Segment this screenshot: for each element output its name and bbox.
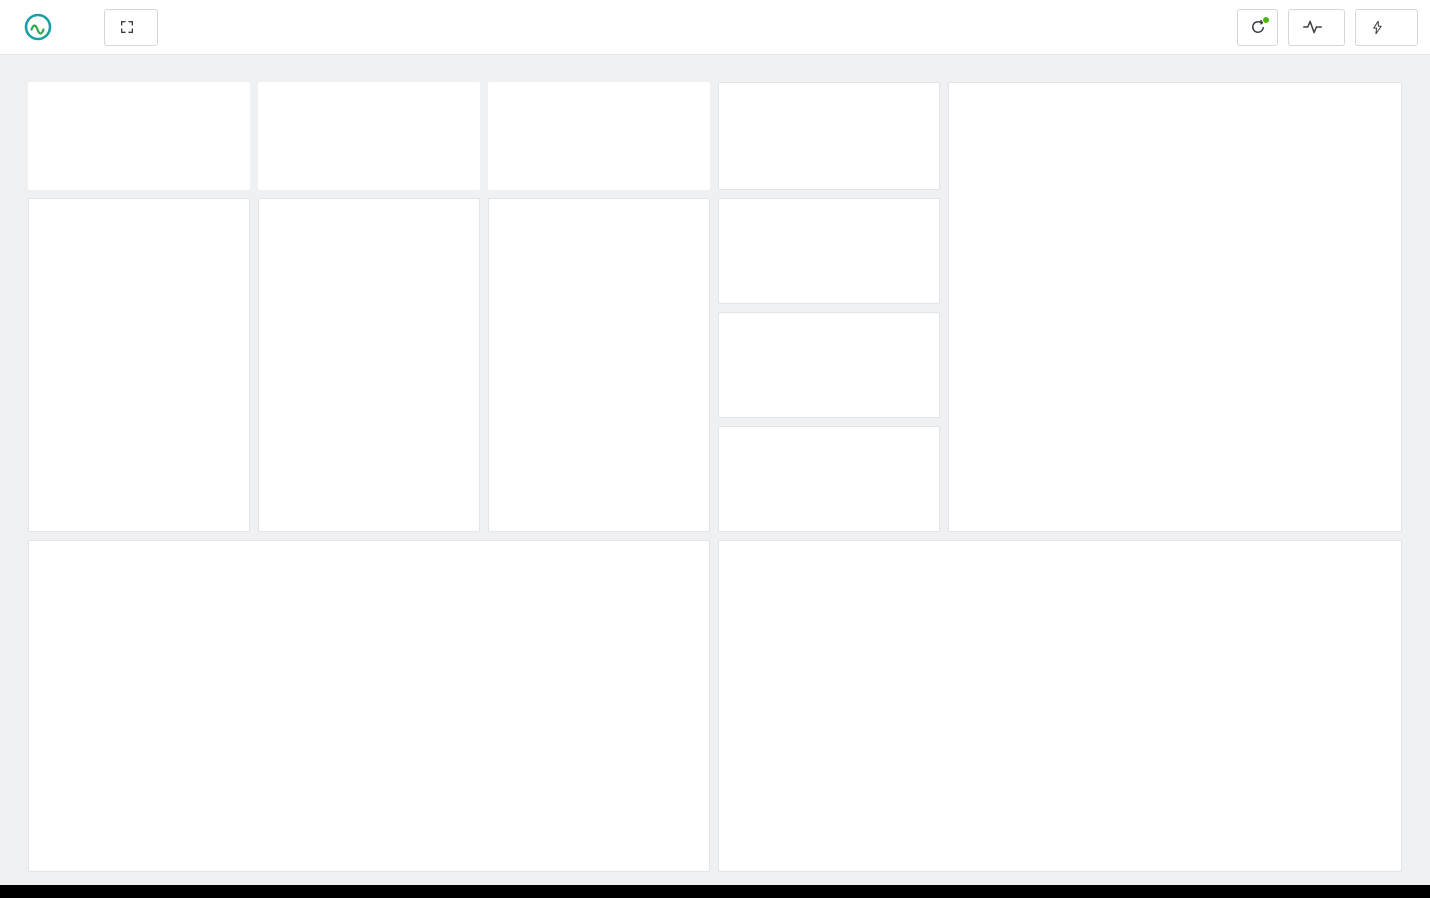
edit-button[interactable] <box>104 9 158 46</box>
silo-12c-res-tile <box>718 540 1402 872</box>
trendminer-logo-icon <box>24 13 52 41</box>
dashboard-page <box>0 0 1430 898</box>
topbar-actions <box>1237 9 1418 46</box>
alert-tile-silo-12c[interactable] <box>718 426 940 532</box>
trendminer-logo[interactable] <box>24 13 60 41</box>
edit-layout-icon <box>119 19 135 35</box>
dashboard-grid <box>0 55 1430 872</box>
alert-exclamation-icon <box>903 379 925 401</box>
events-table <box>29 564 709 871</box>
lightning-bolt-icon <box>1370 19 1385 36</box>
status-tile-silo-12c-risk[interactable] <box>488 82 710 190</box>
alert-exclamation-icon <box>903 265 925 287</box>
kpi-tile-silo-12c <box>488 198 710 532</box>
kpi-tile-silo-12b <box>258 198 480 532</box>
actions-button[interactable] <box>1355 9 1418 46</box>
status-tile-silo-12c[interactable] <box>28 82 250 190</box>
refresh-status-dot <box>1262 16 1270 24</box>
status-tile-silo-12b[interactable] <box>258 82 480 190</box>
refresh-button[interactable] <box>1237 9 1278 46</box>
live-button[interactable] <box>1288 9 1345 46</box>
kpi-tile-silo-12a <box>28 198 250 532</box>
bottom-strip <box>0 885 1430 898</box>
top-bar <box>0 0 1430 55</box>
alert-tile-silo-12b[interactable] <box>718 312 940 418</box>
alert-tiles-column <box>718 198 940 532</box>
alert-exclamation-icon <box>903 493 925 515</box>
total-events-tile[interactable] <box>718 82 940 190</box>
live-icon <box>1303 19 1322 35</box>
silo-14c-tile <box>948 82 1402 532</box>
events-tile <box>28 540 710 872</box>
alert-tile-silo-12a[interactable] <box>718 198 940 304</box>
